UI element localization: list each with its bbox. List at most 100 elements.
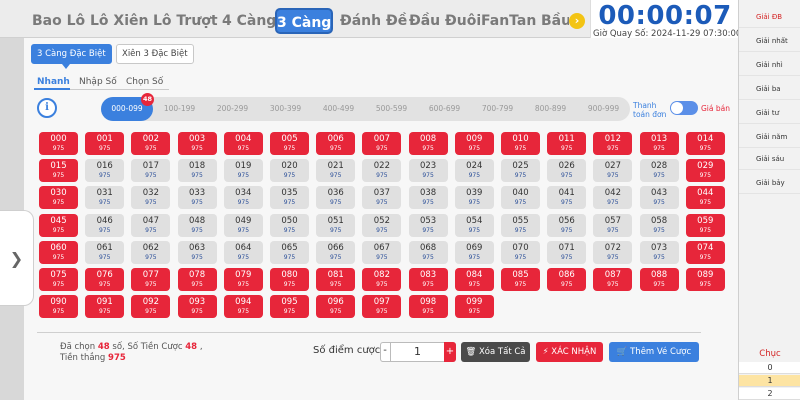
number-cell-063[interactable]: 063 975 [177,240,217,264]
number-cell-041[interactable]: 041 975 [547,186,587,210]
range-700-799[interactable]: 700-799 [471,97,524,121]
number-cell-089[interactable]: 089 975 [685,268,725,291]
number-cell-031[interactable]: 031 975 [85,186,125,210]
number-cell-050[interactable]: 050 975 [270,213,309,237]
number-cell-058[interactable]: 058 975 [639,213,679,237]
info-icon[interactable]: i [37,98,57,118]
number-cell-023[interactable]: 023 975 [408,159,448,183]
number-cell-035[interactable]: 035 975 [270,186,309,210]
number-cell-038[interactable]: 038 975 [408,186,448,210]
subtab-xien-3-dac-biet[interactable]: Xiên 3 Đặc Biệt [116,44,194,64]
chuc-row-0[interactable]: 0 [739,362,800,374]
number-cell-037[interactable]: 037 975 [362,186,402,210]
number-cell-034[interactable]: 034 975 [223,186,263,210]
tab-lo-truot[interactable]: Lô Trượt [153,8,218,34]
number-cell-054[interactable]: 054 975 [454,213,494,237]
prize-item-1[interactable]: Giải nhất [739,30,800,52]
number-cell-065[interactable]: 065 975 [270,240,309,264]
prize-item-7[interactable]: Giải bảy [739,172,800,194]
number-cell-073[interactable]: 073 975 [639,240,679,264]
add-ticket-button[interactable]: 🛒 Thêm Vé Cược [609,342,699,362]
bet-points-input[interactable]: 1 [391,342,444,362]
number-cell-036[interactable]: 036 975 [316,186,356,210]
mode-chon-so[interactable]: Chọn Số [126,77,163,87]
number-cell-088[interactable]: 088 975 [639,268,679,291]
number-cell-025[interactable]: 025 975 [501,159,540,183]
number-cell-081[interactable]: 081 975 [316,268,356,291]
prize-item-3[interactable]: Giải ba [739,78,800,100]
number-cell-070[interactable]: 070 975 [501,240,540,264]
number-cell-043[interactable]: 043 975 [639,186,679,210]
tab-bau[interactable]: Bầu [541,8,569,34]
number-cell-001[interactable]: 001 975 [85,132,125,155]
number-cell-064[interactable]: 064 975 [223,240,263,264]
number-cell-072[interactable]: 072 975 [593,240,633,264]
chuc-row-1[interactable]: 1 [739,375,800,387]
range-400-499[interactable]: 400-499 [312,97,365,121]
number-cell-011[interactable]: 011 975 [547,132,587,155]
number-cell-005[interactable]: 005 975 [270,132,309,155]
number-cell-017[interactable]: 017 975 [131,159,171,183]
number-cell-069[interactable]: 069 975 [454,240,494,264]
number-cell-028[interactable]: 028 975 [639,159,679,183]
number-cell-039[interactable]: 039 975 [454,186,494,210]
number-cell-044[interactable]: 044 975 [685,186,725,210]
tab-fantan[interactable]: FanTan [481,8,536,34]
number-cell-091[interactable]: 091 975 [85,295,125,319]
tab-lo-xien[interactable]: Lô Xiên [90,8,148,34]
number-cell-030[interactable]: 030 975 [39,186,78,210]
number-cell-016[interactable]: 016 975 [85,159,125,183]
number-cell-092[interactable]: 092 975 [131,295,171,319]
number-cell-099[interactable]: 099 975 [454,295,494,319]
number-cell-093[interactable]: 093 975 [177,295,217,319]
number-cell-027[interactable]: 027 975 [593,159,633,183]
number-cell-052[interactable]: 052 975 [362,213,402,237]
number-cell-049[interactable]: 049 975 [223,213,263,237]
number-cell-056[interactable]: 056 975 [547,213,587,237]
range-900-999[interactable]: 900-999 [577,97,630,121]
number-cell-055[interactable]: 055 975 [501,213,540,237]
number-cell-057[interactable]: 057 975 [593,213,633,237]
number-cell-024[interactable]: 024 975 [454,159,494,183]
stepper-minus-button[interactable]: - [380,342,391,362]
number-cell-047[interactable]: 047 975 [131,213,171,237]
number-cell-032[interactable]: 032 975 [131,186,171,210]
number-cell-008[interactable]: 008 975 [408,132,448,155]
number-cell-082[interactable]: 082 975 [362,268,402,291]
number-cell-074[interactable]: 074 975 [685,240,725,264]
number-cell-000[interactable]: 000 975 [39,132,78,155]
number-cell-085[interactable]: 085 975 [501,268,540,291]
number-cell-048[interactable]: 048 975 [177,213,217,237]
number-cell-013[interactable]: 013 975 [639,132,679,155]
subtab-3-cang-dac-biet[interactable]: 3 Càng Đặc Biệt [31,44,112,64]
prize-item-db[interactable]: Giải ĐB [739,6,800,28]
tab-4-cang[interactable]: 4 Càng [222,8,276,34]
prize-item-4[interactable]: Giải tư [739,102,800,124]
number-cell-022[interactable]: 022 975 [362,159,402,183]
number-cell-067[interactable]: 067 975 [362,240,402,264]
number-cell-066[interactable]: 066 975 [316,240,356,264]
number-cell-029[interactable]: 029 975 [685,159,725,183]
number-cell-045[interactable]: 045 975 [39,213,78,237]
number-cell-084[interactable]: 084 975 [454,268,494,291]
number-cell-026[interactable]: 026 975 [547,159,587,183]
stepper-plus-button[interactable]: + [444,342,456,362]
number-cell-083[interactable]: 083 975 [408,268,448,291]
number-cell-040[interactable]: 040 975 [501,186,540,210]
number-cell-046[interactable]: 046 975 [85,213,125,237]
tab-danh-de[interactable]: Đánh Đề [340,8,407,34]
range-500-599[interactable]: 500-599 [365,97,418,121]
tab-bao-lo[interactable]: Bao Lô [32,8,85,34]
number-cell-033[interactable]: 033 975 [177,186,217,210]
number-cell-075[interactable]: 075 975 [39,268,78,291]
number-cell-097[interactable]: 097 975 [362,295,402,319]
number-cell-087[interactable]: 087 975 [593,268,633,291]
prize-item-5[interactable]: Giải năm [739,126,800,148]
number-cell-003[interactable]: 003 975 [177,132,217,155]
number-cell-068[interactable]: 068 975 [408,240,448,264]
number-cell-080[interactable]: 080 975 [270,268,309,291]
range-300-399[interactable]: 300-399 [259,97,312,121]
number-cell-006[interactable]: 006 975 [316,132,356,155]
number-cell-020[interactable]: 020 975 [270,159,309,183]
number-cell-019[interactable]: 019 975 [223,159,263,183]
